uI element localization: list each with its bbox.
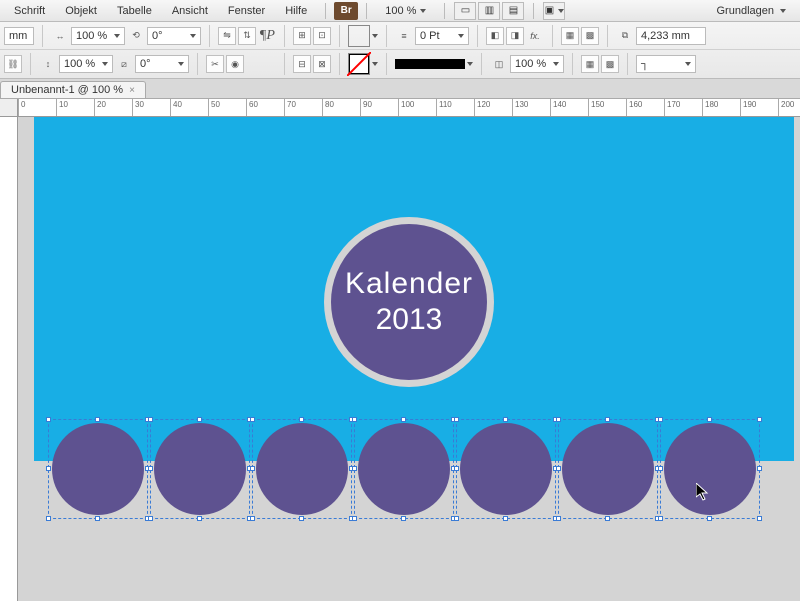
link-icon[interactable]: ⛓ bbox=[4, 55, 22, 73]
scale-x-icon: ↔ bbox=[51, 27, 69, 45]
selection-box[interactable] bbox=[456, 419, 556, 519]
horizontal-ruler[interactable]: 0102030405060708090100110120130140150160… bbox=[18, 99, 800, 117]
menu-bar: Schrift Objekt Tabelle Ansicht Fenster H… bbox=[0, 0, 800, 22]
unit-field[interactable]: mm bbox=[4, 27, 34, 45]
tool-icon-a[interactable]: ✂ bbox=[206, 55, 224, 73]
selection-box[interactable] bbox=[558, 419, 658, 519]
rotate-icon: ⟲ bbox=[127, 27, 145, 45]
wrap-icon-2[interactable]: ▩ bbox=[581, 27, 599, 45]
stroke-weight-field[interactable]: 0 Pt bbox=[415, 27, 469, 45]
wrap-icon-1[interactable]: ▦ bbox=[561, 27, 579, 45]
close-icon[interactable]: × bbox=[129, 85, 135, 96]
menu-objekt[interactable]: Objekt bbox=[55, 0, 107, 22]
menu-hilfe[interactable]: Hilfe bbox=[275, 0, 317, 22]
stroke-style[interactable] bbox=[395, 59, 465, 69]
menu-schrift[interactable]: Schrift bbox=[4, 0, 55, 22]
align-icon-1[interactable]: ⊞ bbox=[293, 27, 311, 45]
vertical-ruler[interactable] bbox=[0, 117, 18, 601]
scale-x-field[interactable]: 100 % bbox=[71, 27, 125, 45]
wrap-icon-4[interactable]: ▩ bbox=[601, 55, 619, 73]
selection-box[interactable] bbox=[354, 419, 454, 519]
title-circle[interactable]: Kalender 2013 bbox=[331, 224, 487, 380]
shear-icon: ⧄ bbox=[115, 55, 133, 73]
opacity-field[interactable]: 100 % bbox=[510, 55, 564, 73]
view-mode-button-3[interactable]: ▤ bbox=[502, 2, 524, 20]
document-tab[interactable]: Unbenannt-1 @ 100 % × bbox=[0, 81, 146, 98]
opacity-icon: ◫ bbox=[490, 55, 508, 73]
zoom-level[interactable]: 100 % bbox=[375, 5, 436, 17]
selection-box[interactable] bbox=[252, 419, 352, 519]
workspace-switcher[interactable]: Grundlagen bbox=[707, 5, 797, 17]
effects-icon-1[interactable]: ◧ bbox=[486, 27, 504, 45]
document-tab-label: Unbenannt-1 @ 100 % bbox=[11, 84, 123, 96]
selection-box[interactable] bbox=[48, 419, 148, 519]
wrap-icon-3[interactable]: ▦ bbox=[581, 55, 599, 73]
view-mode-button-2[interactable]: ▥ bbox=[478, 2, 500, 20]
title-line-2: 2013 bbox=[376, 303, 443, 337]
title-line-1: Kalender bbox=[345, 267, 473, 301]
scale-y-icon: ↕ bbox=[39, 55, 57, 73]
stroke-swatch[interactable] bbox=[348, 53, 370, 75]
scale-y-field[interactable]: 100 % bbox=[59, 55, 113, 73]
menu-ansicht[interactable]: Ansicht bbox=[162, 0, 218, 22]
align-icon-3[interactable]: ⊟ bbox=[293, 55, 311, 73]
rotate-field[interactable]: 0° bbox=[147, 27, 201, 45]
align-icon-2[interactable]: ⊡ bbox=[313, 27, 331, 45]
menu-tabelle[interactable]: Tabelle bbox=[107, 0, 162, 22]
ruler-origin[interactable] bbox=[0, 99, 18, 117]
control-panel: mm ↔ 100 % ⟲ 0° ⇋ ⇅ ¶P ⊞ ⊡ ≡ 0 Pt ◧ ◨ fx… bbox=[0, 22, 800, 79]
document-tab-bar: Unbenannt-1 @ 100 % × bbox=[0, 79, 800, 99]
menu-fenster[interactable]: Fenster bbox=[218, 0, 275, 22]
flip-h-icon[interactable]: ⇋ bbox=[218, 27, 236, 45]
page[interactable]: Kalender 2013 bbox=[34, 117, 794, 601]
selection-box[interactable] bbox=[660, 419, 760, 519]
effects-icon-2[interactable]: ◨ bbox=[506, 27, 524, 45]
screen-mode-button[interactable]: ▣ bbox=[543, 2, 565, 20]
canvas-area[interactable]: Kalender 2013 bbox=[0, 117, 800, 601]
corner-field[interactable]: ┐ bbox=[636, 55, 696, 73]
measure-field[interactable]: 4,233 mm bbox=[636, 27, 706, 45]
paragraph-icon[interactable]: ¶P bbox=[258, 27, 276, 45]
flip-v-icon[interactable]: ⇅ bbox=[238, 27, 256, 45]
align-icon-4[interactable]: ⊠ bbox=[313, 55, 331, 73]
selection-box[interactable] bbox=[150, 419, 250, 519]
bridge-icon[interactable]: Br bbox=[334, 2, 358, 20]
crop-icon: ⧉ bbox=[616, 27, 634, 45]
fill-swatch[interactable] bbox=[348, 25, 370, 47]
view-mode-button-1[interactable]: ▭ bbox=[454, 2, 476, 20]
tool-icon-b[interactable]: ◉ bbox=[226, 55, 244, 73]
fx-icon[interactable]: fx. bbox=[526, 27, 544, 45]
stroke-weight-icon: ≡ bbox=[395, 27, 413, 45]
shear-field[interactable]: 0° bbox=[135, 55, 189, 73]
